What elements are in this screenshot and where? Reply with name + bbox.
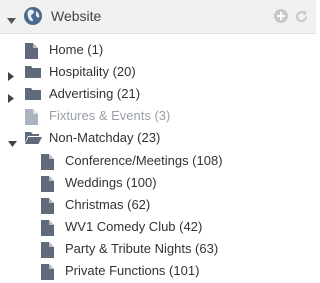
tree-item[interactable]: Non-Matchday (23) bbox=[0, 127, 316, 149]
tree-item[interactable]: Weddings (100) bbox=[0, 172, 316, 194]
file-icon bbox=[41, 241, 54, 261]
tree-item-label: Party & Tribute Nights (63) bbox=[65, 240, 219, 256]
folder-open-icon bbox=[25, 131, 42, 147]
file-icon bbox=[41, 219, 54, 239]
tree-item-label: Conference/Meetings (108) bbox=[65, 152, 223, 168]
file-icon bbox=[41, 197, 54, 217]
globe-icon bbox=[23, 6, 43, 29]
tree-item[interactable]: Advertising (21) bbox=[0, 83, 316, 105]
file-icon bbox=[41, 153, 54, 173]
tree-item[interactable]: Conference/Meetings (108) bbox=[0, 150, 316, 172]
caret-right-icon[interactable] bbox=[8, 91, 14, 106]
add-icon[interactable] bbox=[274, 9, 288, 26]
file-icon bbox=[41, 264, 54, 283]
tree-item[interactable]: Home (1) bbox=[0, 39, 316, 61]
file-icon bbox=[41, 175, 54, 195]
tree-item[interactable]: Fixtures & Events (3) bbox=[0, 105, 316, 127]
tree-item-label: Hospitality (20) bbox=[49, 64, 136, 80]
tree-item-label: WV1 Comedy Club (42) bbox=[65, 218, 203, 234]
tree-item-label: Advertising (21) bbox=[49, 86, 141, 102]
tree-item-label: Non-Matchday (23) bbox=[49, 130, 161, 146]
tree-item-label: Home (1) bbox=[49, 42, 104, 57]
tree-item-label: Weddings (100) bbox=[65, 174, 157, 190]
file-icon bbox=[25, 43, 38, 62]
folder-icon bbox=[25, 65, 41, 81]
folder-icon bbox=[25, 87, 41, 103]
tree-item[interactable]: Christmas (62) bbox=[0, 194, 316, 216]
tree-item[interactable]: Private Functions (101) bbox=[0, 260, 316, 282]
tree-title: Website bbox=[51, 8, 102, 24]
tree-item[interactable]: WV1 Comedy Club (42) bbox=[0, 216, 316, 238]
file-icon bbox=[25, 109, 38, 128]
tree-header: Website bbox=[0, 0, 316, 34]
refresh-icon[interactable] bbox=[294, 9, 309, 27]
tree-item[interactable]: Party & Tribute Nights (63) bbox=[0, 238, 316, 260]
caret-right-icon[interactable] bbox=[8, 69, 14, 84]
tree-item-label: Fixtures & Events (3) bbox=[49, 108, 171, 124]
tree-item[interactable]: Hospitality (20) bbox=[0, 61, 316, 83]
tree-item-label: Christmas (62) bbox=[65, 196, 151, 212]
caret-down-icon[interactable] bbox=[8, 135, 17, 150]
caret-down-icon[interactable] bbox=[7, 13, 16, 28]
